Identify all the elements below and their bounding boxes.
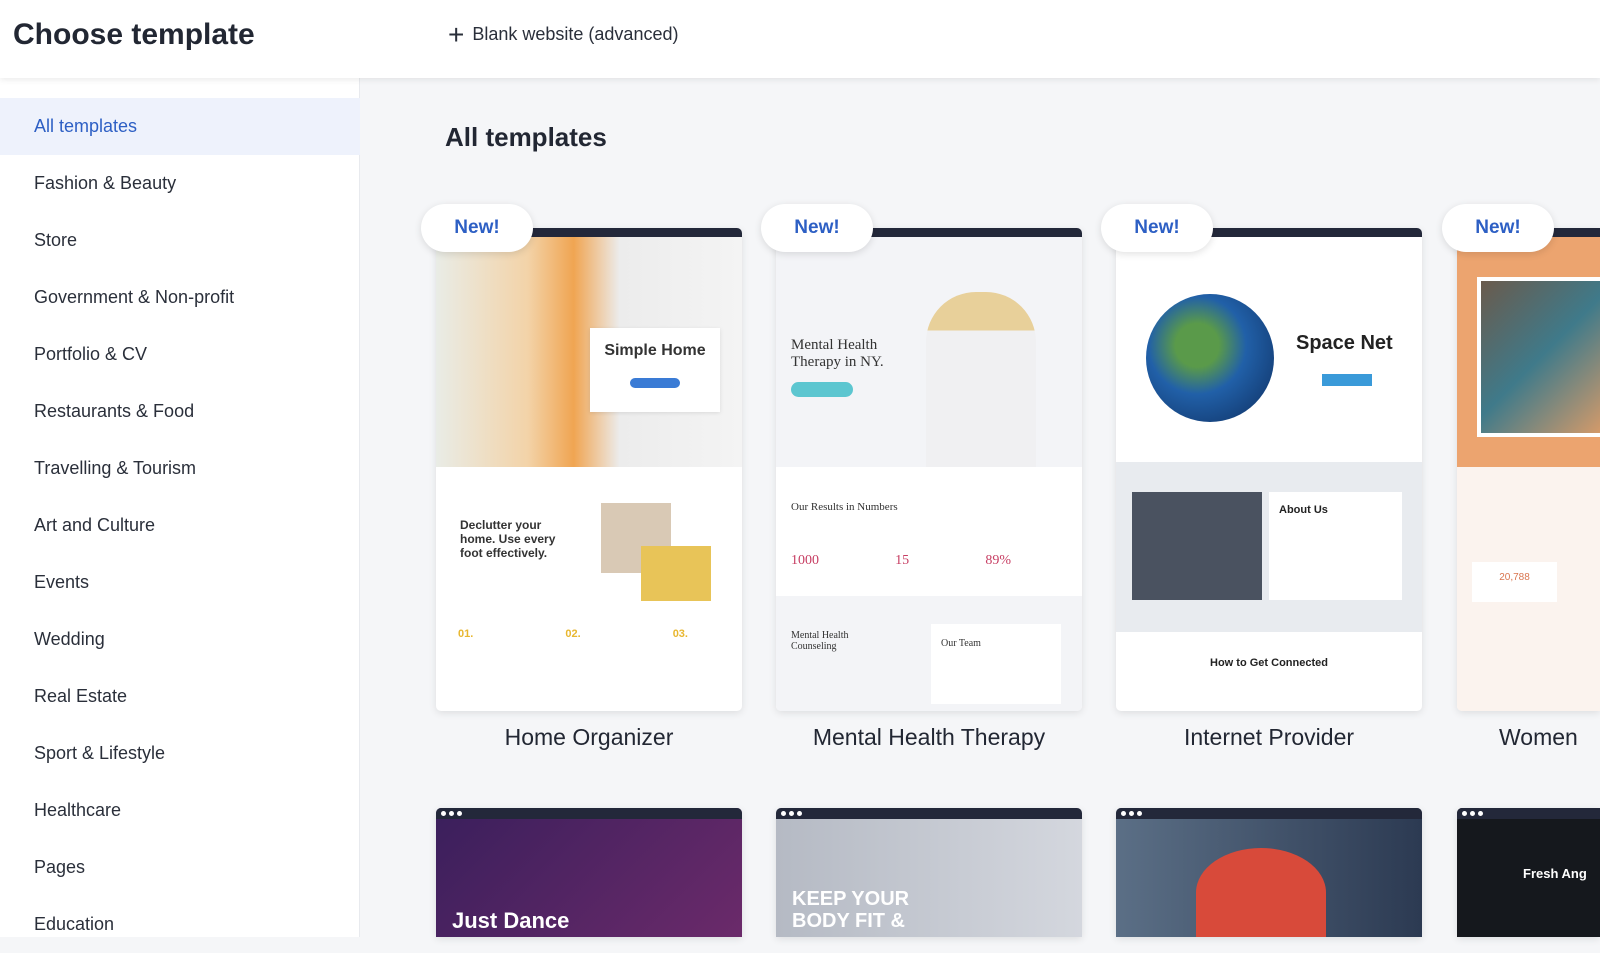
template-preview[interactable]: 20,788: [1457, 228, 1600, 711]
sidebar-item-portfolio-cv[interactable]: Portfolio & CV: [0, 326, 360, 383]
preview-headline: Mental Health Therapy in NY.: [791, 337, 884, 370]
step: 02.: [565, 628, 581, 640]
template-name: Women: [1499, 724, 1578, 750]
preview-headline: Just Dance: [452, 908, 570, 933]
template-preview[interactable]: Mental Health Therapy in NY. Our Results…: [776, 228, 1082, 711]
preview-subheadline: About Us: [1279, 504, 1328, 516]
sidebar-item-store[interactable]: Store: [0, 212, 360, 269]
header: Choose template + Blank website (advance…: [0, 0, 1600, 78]
sidebar-item-education[interactable]: Education: [0, 896, 360, 953]
template-card[interactable]: [1116, 808, 1422, 937]
preview-team: Our Team: [931, 624, 1061, 704]
blank-website-label: Blank website (advanced): [472, 24, 679, 44]
new-badge: New!: [1442, 204, 1554, 252]
preview-headline: Simple Home: [604, 342, 706, 359]
sidebar-item-wedding[interactable]: Wedding: [0, 611, 360, 668]
new-badge: New!: [421, 204, 533, 252]
preview-section: Mental Health Counseling: [791, 630, 849, 652]
sidebar-item-sport-lifestyle[interactable]: Sport & Lifestyle: [0, 725, 360, 782]
new-badge: New!: [761, 204, 873, 252]
sidebar-item-travelling-tourism[interactable]: Travelling & Tourism: [0, 440, 360, 497]
template-name: Home Organizer: [504, 724, 674, 750]
plus-icon: +: [448, 18, 465, 50]
sidebar-item-government-non-profit[interactable]: Government & Non-profit: [0, 269, 360, 326]
preview-headline: Fresh Ang: [1523, 866, 1587, 881]
step: 03.: [672, 628, 688, 640]
sidebar-item-restaurants-food[interactable]: Restaurants & Food: [0, 383, 360, 440]
template-card[interactable]: KEEP YOUR BODY FIT &: [776, 808, 1082, 937]
page-title: Choose template: [13, 18, 255, 51]
preview-section: How to Get Connected: [1210, 657, 1328, 669]
sidebar-item-healthcare[interactable]: Healthcare: [0, 782, 360, 839]
preview-subheadline: Our Results in Numbers: [791, 501, 898, 513]
template-preview[interactable]: Simple Home Declutter your home. Use eve…: [436, 228, 742, 711]
preview-stat: 20,788: [1472, 562, 1557, 602]
template-name: Mental Health Therapy: [812, 724, 1046, 750]
template-card[interactable]: Just Dance: [436, 808, 742, 937]
step: 01.: [458, 628, 474, 640]
section-title: All templates: [445, 122, 607, 152]
sidebar-item-all-templates[interactable]: All templates: [0, 98, 360, 155]
sidebar-item-pages[interactable]: Pages: [0, 839, 360, 896]
stat: 89%: [985, 553, 1011, 568]
sidebar-item-art-and-culture[interactable]: Art and Culture: [0, 497, 360, 554]
sidebar-item-fashion-beauty[interactable]: Fashion & Beauty: [0, 155, 360, 212]
sidebar-item-real-estate[interactable]: Real Estate: [0, 668, 360, 725]
new-badge: New!: [1101, 204, 1213, 252]
sidebar: All templates Fashion & Beauty Store Govern…: [0, 78, 360, 937]
preview-headline: Space Net: [1296, 332, 1393, 354]
template-preview[interactable]: Space Net About Us How to Get Connected: [1116, 228, 1422, 711]
blank-website-button[interactable]: + Blank website (advanced): [448, 18, 679, 50]
preview-headline: KEEP YOUR BODY FIT &: [792, 888, 910, 932]
stat: 15: [895, 553, 910, 568]
template-name: Internet Provider: [1183, 724, 1355, 750]
stat: 1000: [791, 553, 819, 568]
template-card[interactable]: Fresh Ang: [1457, 808, 1600, 937]
sidebar-item-events[interactable]: Events: [0, 554, 360, 611]
preview-subheadline: Declutter your home. Use every foot effe…: [460, 518, 556, 560]
